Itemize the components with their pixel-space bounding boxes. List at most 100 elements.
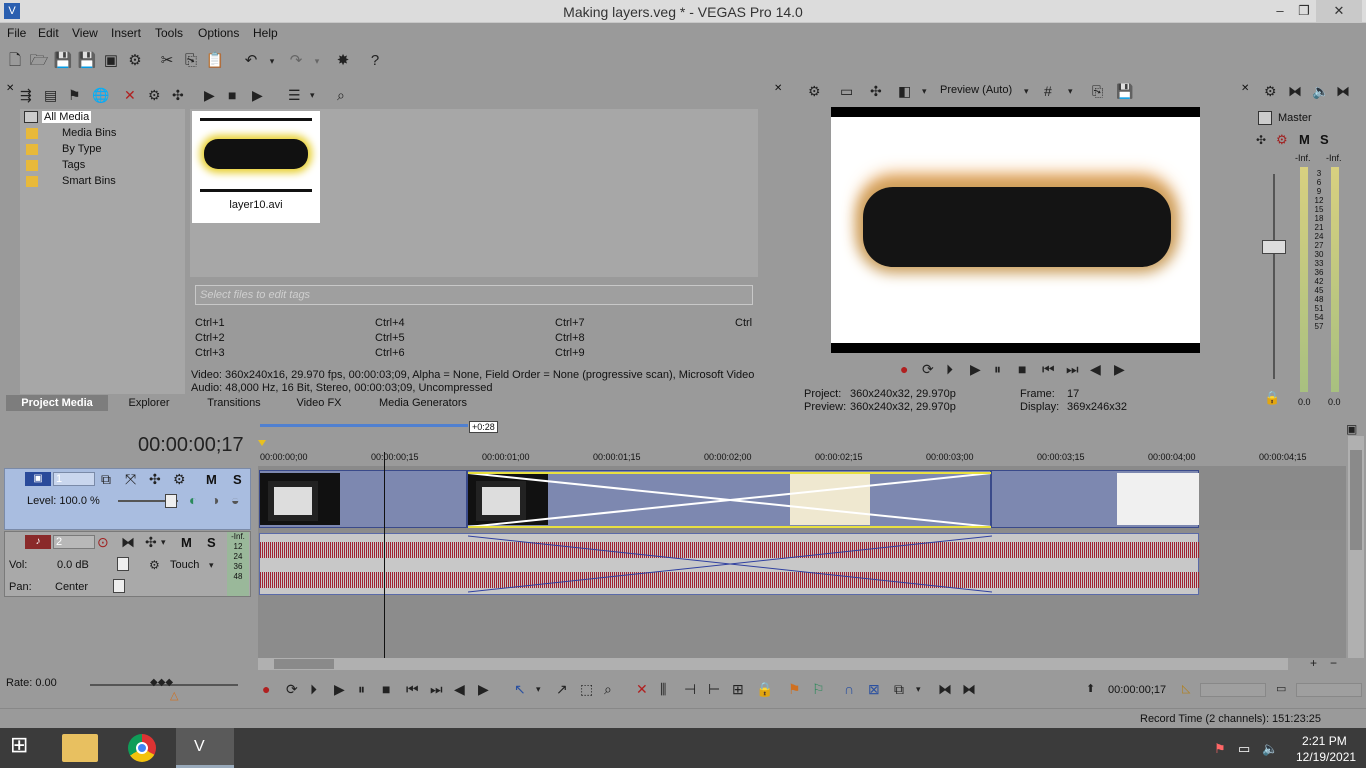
lock-envelopes-icon[interactable]: ⧓ [938, 680, 952, 698]
shortcut-ctrl7[interactable]: Ctrl+7 [555, 317, 585, 329]
pause-icon[interactable]: ⏸ [994, 360, 1001, 378]
save-snapshot-icon[interactable]: 💾 [1116, 82, 1133, 100]
mixer-settings-icon[interactable]: ⚙ [1264, 82, 1277, 100]
zoom-tool-icon[interactable]: ⌕ [604, 680, 612, 698]
zoom-out-icon[interactable]: − [1330, 654, 1337, 672]
explode-icon[interactable]: ✸ [333, 51, 353, 71]
record-icon[interactable]: ● [262, 680, 270, 698]
media-thumbnail[interactable]: layer10.avi [192, 111, 320, 223]
shortcut-ctrl4[interactable]: Ctrl+4 [375, 317, 405, 329]
action-center-icon[interactable]: ⚑ [1214, 740, 1226, 758]
shortcut-ctrl1[interactable]: Ctrl+1 [195, 317, 225, 329]
save-icon[interactable]: 💾 [53, 51, 73, 71]
menu-options[interactable]: Options [198, 26, 239, 40]
stop-icon[interactable]: ■ [228, 86, 236, 104]
overlays-dropdown-icon[interactable]: ▾ [1068, 82, 1073, 100]
clock-date[interactable]: 12/19/2021 [1296, 750, 1356, 764]
menu-file[interactable]: File [7, 26, 26, 40]
auto-preview-icon[interactable]: ▶ [252, 86, 263, 104]
downmix-icon[interactable]: ⧓ [1288, 82, 1302, 100]
level-slider-handle[interactable] [165, 494, 177, 508]
preview-mode-dropdown-icon[interactable]: ▾ [1024, 82, 1029, 100]
lock-icon[interactable]: 🔒 [756, 680, 773, 698]
tags-field[interactable]: Select files to edit tags [195, 285, 753, 305]
time-ruler[interactable]: 00:00:00;00 00:00:00;15 00:00:01;00 00:0… [258, 452, 1346, 466]
redo-icon[interactable]: ↷ [286, 51, 306, 71]
shortcut-ctrl2[interactable]: Ctrl+2 [195, 332, 225, 344]
render-icon[interactable]: ▣ [101, 51, 121, 71]
whats-this-help-icon[interactable]: ? [365, 51, 385, 71]
go-to-start-icon[interactable]: ⏮ [406, 680, 419, 698]
lock-icon[interactable]: 🔒 [1264, 389, 1280, 407]
media-fx-icon[interactable]: ⚙ [148, 86, 161, 104]
menu-help[interactable]: Help [253, 26, 278, 40]
automation-dropdown-icon[interactable]: ▾ [209, 556, 214, 574]
timeline-vertical-scrollbar[interactable] [1348, 436, 1364, 658]
menu-view[interactable]: View [72, 26, 98, 40]
shortcut-ctrl8[interactable]: Ctrl+8 [555, 332, 585, 344]
fx-icon[interactable]: ✣ [1256, 131, 1266, 149]
next-frame-icon[interactable]: ▶ [1114, 360, 1125, 378]
mute-button[interactable]: M [1299, 132, 1310, 147]
menu-insert[interactable]: Insert [111, 26, 141, 40]
auto-crossfade-icon[interactable]: ⊠ [868, 680, 880, 698]
redo-dropdown-icon[interactable]: ▾ [307, 51, 327, 71]
menu-edit[interactable]: Edit [38, 26, 59, 40]
automation-gear-icon[interactable]: ⚙ [149, 556, 160, 574]
preview-dropdown-icon[interactable]: ▾ [922, 82, 927, 100]
insert-marker-icon[interactable]: ⚑ [788, 680, 801, 698]
delete-icon[interactable]: ✕ [636, 680, 648, 698]
search-icon[interactable]: ⌕ [337, 86, 345, 104]
import-media-icon[interactable]: ⇶ [20, 86, 32, 104]
preview-settings-icon[interactable]: ⚙ [808, 82, 821, 100]
tab-transitions[interactable]: Transitions [190, 395, 278, 411]
paste-icon[interactable]: 📋 [205, 51, 225, 71]
track-header-video-1[interactable]: ▣ 1 ⧉ ⤧ ✣ ⚙ M S Level: 100.0 % ◐ ◑ ◒ [4, 468, 251, 530]
solo-button[interactable]: S [233, 472, 242, 487]
save-as-icon[interactable]: 💾 [77, 51, 97, 71]
loop-icon[interactable]: ⟳ [922, 360, 934, 378]
pan-slider-handle[interactable] [113, 579, 125, 593]
timeline-horizontal-scrollbar[interactable] [258, 658, 1288, 670]
previous-frame-icon[interactable]: ◀ [454, 680, 465, 698]
track-header-audio-2[interactable]: ♪ 2 ⊙ ⧓ ✣ ▾ M S Vol: 0.0 dB ⚙ Touch ▾ Pa… [4, 531, 251, 597]
undo-dropdown-icon[interactable]: ▾ [262, 51, 282, 71]
normal-edit-tool-icon[interactable]: ↖ [514, 680, 526, 698]
mute-button[interactable]: M [181, 535, 192, 550]
chrome-icon[interactable] [128, 734, 156, 762]
tab-media-generators[interactable]: Media Generators [360, 395, 486, 411]
loop-icon[interactable]: ⟳ [286, 680, 298, 698]
overlays-icon[interactable]: # [1044, 82, 1052, 100]
playhead-cursor[interactable] [384, 452, 385, 658]
preview-quality-icon[interactable]: ◧ [898, 82, 911, 100]
track-gear-icon[interactable]: ⚙ [173, 470, 186, 488]
play-from-start-icon[interactable]: ⏵ [310, 680, 317, 698]
shortcut-ctrl3[interactable]: Ctrl+3 [195, 347, 225, 359]
composite-parent-icon[interactable]: ◑ [211, 491, 219, 509]
selection-tool-icon[interactable]: ⬚ [580, 680, 593, 698]
insert-region-icon[interactable]: ⚐ [812, 680, 825, 698]
views-dropdown-icon[interactable]: ▾ [310, 86, 315, 104]
audio-event[interactable] [259, 533, 1200, 595]
bus-fx-gear-icon[interactable]: ⚙ [1276, 131, 1288, 149]
video-event[interactable] [259, 470, 467, 528]
track-name-field[interactable]: 2 [53, 535, 95, 549]
open-icon[interactable]: 🗁 [29, 51, 49, 71]
snapping-icon[interactable]: ∩ [844, 680, 854, 698]
panel-close-icon[interactable]: ✕ [6, 83, 14, 94]
track-fx-dropdown-icon[interactable]: ▾ [161, 533, 166, 551]
shortcut-ctrl[interactable]: Ctrl [735, 317, 752, 329]
get-media-icon[interactable]: ⚑ [68, 86, 81, 104]
clock-time[interactable]: 2:21 PM [1302, 734, 1347, 748]
preview-mode[interactable]: Preview (Auto) [940, 84, 1012, 96]
play-icon[interactable]: ▶ [970, 360, 981, 378]
arm-record-icon[interactable]: ⊙ [97, 533, 109, 551]
pause-icon[interactable]: ⏸ [358, 680, 365, 698]
stop-icon[interactable]: ■ [382, 680, 390, 698]
dim-icon[interactable]: ⧓ [1336, 82, 1350, 100]
composite-mask-icon[interactable]: ◒ [231, 491, 239, 509]
capture-video-icon[interactable]: ▤ [44, 86, 57, 104]
tab-project-media[interactable]: Project Media [6, 395, 108, 411]
remove-media-icon[interactable]: ✕ [124, 86, 136, 104]
network-icon[interactable]: ▭ [1238, 740, 1250, 758]
